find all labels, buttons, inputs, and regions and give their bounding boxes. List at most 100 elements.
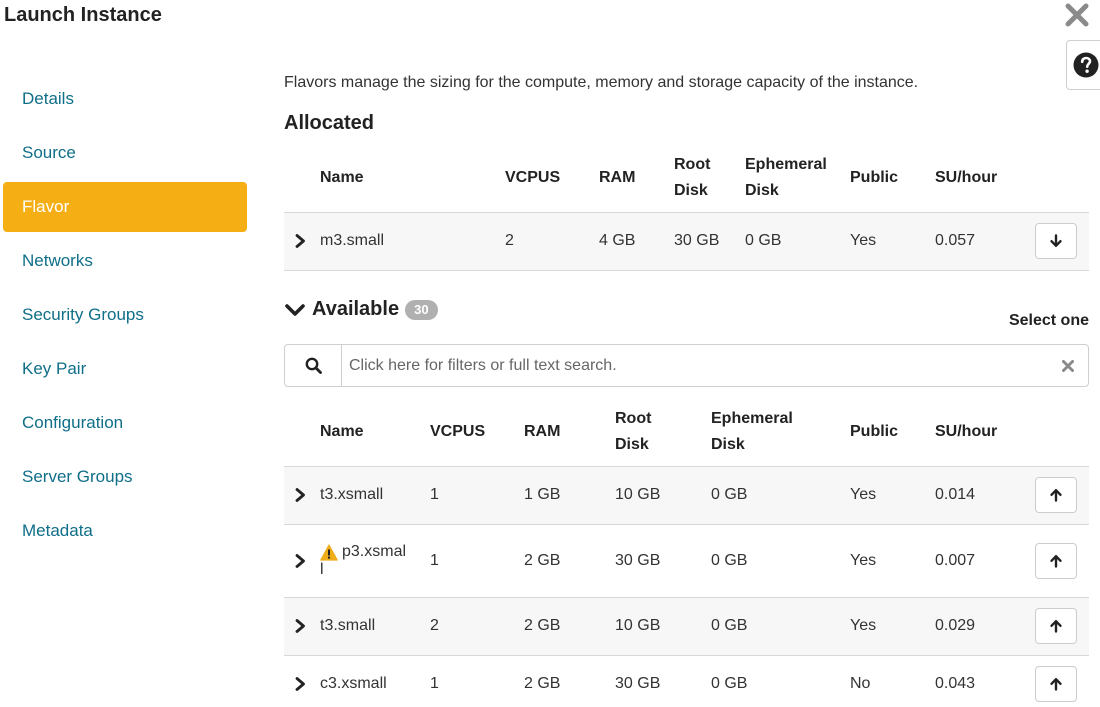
col-vcpus: VCPUS	[430, 423, 486, 441]
flavor-public: Yes	[850, 551, 877, 569]
flavor-ephemeral: 0 GB	[711, 675, 748, 693]
search-input[interactable]	[342, 345, 1048, 386]
flavor-ram: 4 GB	[599, 232, 636, 249]
col-ram: RAM	[524, 423, 561, 441]
flavor-name: t3.xsmall	[320, 486, 384, 503]
flavor-public: Yes	[850, 486, 877, 503]
col-root-disk-line2: Disk	[674, 181, 708, 199]
table-row: c3.xsmall 1 2 GB 30 GB 0 GB No 0.043	[284, 655, 1089, 707]
flavor-vcpus: 2	[430, 617, 439, 634]
deallocate-button[interactable]	[1035, 223, 1077, 259]
col-public: Public	[850, 168, 899, 186]
table-row: t3.small 2 2 GB 10 GB 0 GB Yes 0.029	[284, 597, 1089, 655]
flavor-name: m3.small	[320, 232, 385, 249]
flavor-vcpus: 1	[430, 551, 439, 569]
flavor-root-disk: 10 GB	[615, 617, 661, 634]
flavor-ephemeral: 0 GB	[711, 551, 748, 569]
col-public: Public	[850, 423, 899, 441]
sidebar-item-networks[interactable]: Networks	[3, 236, 247, 286]
flavor-root-disk: 10 GB	[615, 486, 661, 503]
flavor-ephemeral: 0 GB	[711, 617, 748, 634]
chevron-down-icon	[285, 303, 305, 316]
sidebar-item-key-pair[interactable]: Key Pair	[3, 344, 247, 394]
clear-search-button[interactable]	[1048, 345, 1088, 386]
help-button[interactable]	[1066, 40, 1100, 90]
col-ephemeral-line2: Disk	[711, 436, 745, 454]
help-icon	[1073, 52, 1099, 78]
flavor-public: No	[850, 675, 871, 693]
sidebar-item-source[interactable]: Source	[3, 128, 247, 178]
flavor-vcpus: 1	[430, 675, 439, 693]
allocated-header-row: Name VCPUS RAM Root Disk Ephemeral Disk Pu…	[284, 144, 1089, 212]
flavor-ram: 1 GB	[524, 486, 561, 503]
search-icon	[305, 357, 322, 374]
table-row: p3.xsmal l 1 2 GB 30 GB 0 GB Yes 0.007	[284, 524, 1089, 597]
arrow-up-icon	[1050, 620, 1062, 633]
available-table: Name VCPUS RAM Root Disk Ephemeral Disk Pu…	[284, 399, 1089, 707]
wizard-sidebar: Details Source Flavor Networks Security …	[0, 70, 250, 556]
flavor-public: Yes	[850, 232, 877, 249]
allocate-button[interactable]	[1035, 608, 1077, 644]
flavor-ram: 2 GB	[524, 675, 561, 693]
table-row: t3.xsmall 1 1 GB 10 GB 0 GB Yes 0.014	[284, 466, 1089, 524]
flavor-name: p3.xsmal	[342, 542, 407, 560]
allocate-button[interactable]	[1035, 666, 1077, 703]
sidebar-item-server-groups[interactable]: Server Groups	[3, 452, 247, 502]
flavor-description: Flavors manage the sizing for the comput…	[284, 74, 919, 91]
available-heading[interactable]: Available 30	[284, 298, 438, 321]
col-name: Name	[320, 168, 364, 186]
warning-icon	[320, 543, 338, 561]
sidebar-item-security-groups[interactable]: Security Groups	[3, 290, 247, 340]
arrow-down-icon	[1050, 234, 1062, 247]
col-root-disk-line1: Root	[674, 155, 711, 173]
flavor-vcpus: 1	[430, 486, 439, 503]
flavor-su-hour: 0.014	[935, 486, 976, 503]
arrow-up-icon	[1050, 678, 1062, 691]
search-button[interactable]	[285, 345, 342, 386]
table-row: m3.small 2 4 GB 30 GB 0 GB Yes 0.057	[284, 212, 1089, 270]
col-ephemeral-disk: Ephemeral Disk	[711, 399, 850, 466]
available-count-badge: 30	[405, 299, 438, 320]
flavor-name: c3.xsmall	[320, 675, 387, 693]
sidebar-item-metadata[interactable]: Metadata	[3, 506, 247, 556]
col-ephemeral-line1: Ephemeral	[711, 410, 793, 428]
col-root-disk: Root Disk	[615, 399, 711, 466]
available-header-row: Name VCPUS RAM Root Disk Ephemeral Disk Pu…	[284, 399, 1089, 466]
chevron-right-icon[interactable]	[294, 677, 308, 692]
flavor-public: Yes	[850, 617, 877, 634]
col-root-disk-line2: Disk	[615, 436, 649, 454]
flavor-su-hour: 0.029	[935, 617, 976, 634]
flavor-root-disk: 30 GB	[674, 232, 720, 249]
flavor-name-wrap: p3.xsmal	[320, 543, 430, 561]
select-hint: Select one	[1008, 312, 1089, 329]
sidebar-item-configuration[interactable]: Configuration	[3, 398, 247, 448]
col-ram: RAM	[599, 168, 636, 186]
col-su-hour: SU/hour	[935, 168, 998, 186]
chevron-right-icon[interactable]	[294, 619, 308, 633]
allocate-button[interactable]	[1035, 542, 1077, 579]
chevron-right-icon[interactable]	[294, 488, 308, 502]
sidebar-item-flavor[interactable]: Flavor	[3, 182, 247, 232]
flavor-ephemeral: 0 GB	[745, 232, 782, 249]
col-ephemeral-line2: Disk	[745, 181, 779, 199]
flavor-name-wrap-line: l	[320, 560, 324, 578]
flavor-su-hour: 0.043	[935, 675, 976, 693]
col-root-disk-line1: Root	[615, 410, 652, 428]
col-ephemeral-line1: Ephemeral	[745, 155, 827, 173]
flavor-vcpus: 2	[505, 232, 514, 249]
flavor-name-cell: p3.xsmal l	[320, 524, 430, 597]
clear-icon	[1062, 359, 1074, 372]
flavor-name: t3.small	[320, 617, 376, 634]
chevron-right-icon[interactable]	[294, 234, 308, 248]
allocated-table: Name VCPUS RAM Root Disk Ephemeral Disk Pu…	[284, 144, 1089, 271]
available-heading-label: Available	[312, 298, 400, 320]
flavor-ram: 2 GB	[524, 617, 561, 634]
close-icon[interactable]	[1064, 2, 1090, 28]
allocate-button[interactable]	[1035, 477, 1077, 513]
arrow-up-icon	[1050, 489, 1062, 502]
flavor-su-hour: 0.007	[935, 551, 976, 569]
sidebar-item-details[interactable]: Details	[3, 74, 247, 124]
chevron-right-icon[interactable]	[294, 553, 308, 568]
search-bar	[284, 344, 1089, 387]
col-root-disk: Root Disk	[674, 144, 745, 212]
